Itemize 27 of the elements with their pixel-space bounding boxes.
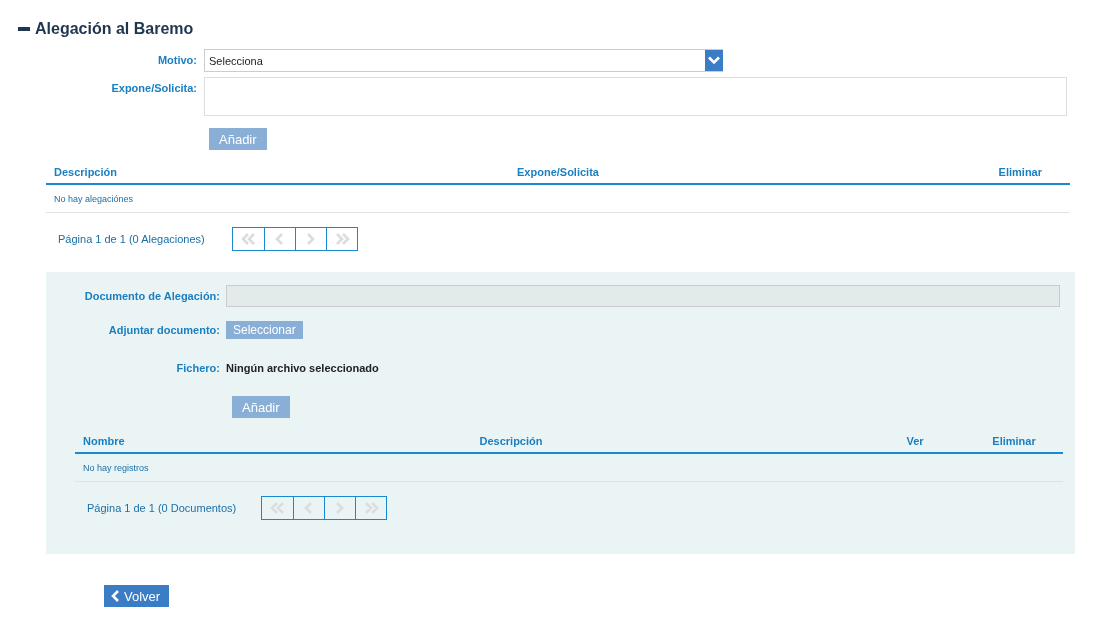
column-header: Expone/Solicita bbox=[516, 166, 600, 178]
column-header: Eliminar bbox=[997, 166, 1043, 178]
chevron-left-icon bbox=[111, 590, 120, 602]
column-header: Descripción bbox=[53, 166, 118, 178]
empty-message: No hay registros bbox=[83, 463, 149, 473]
expone-field[interactable] bbox=[204, 77, 1067, 116]
section-title: Alegación al Baremo bbox=[35, 20, 194, 38]
column-header: Nombre bbox=[82, 435, 126, 447]
chevron-down-icon bbox=[705, 50, 723, 71]
double-chevron-left-icon bbox=[269, 501, 286, 515]
column-header: Descripción bbox=[478, 435, 544, 447]
pagination-text: Página 1 de 1 (0 Documentos) bbox=[87, 502, 238, 514]
double-chevron-right-icon bbox=[362, 501, 380, 515]
column-header: Ver bbox=[905, 435, 925, 447]
adjuntar-label: Adjuntar documento: bbox=[107, 324, 220, 336]
double-chevron-right-icon bbox=[333, 232, 351, 246]
expone-label: Expone/Solicita: bbox=[110, 81, 197, 94]
column-header: Eliminar bbox=[991, 435, 1037, 447]
fichero-label: Fichero: bbox=[175, 362, 220, 374]
motivo-label: Motivo: bbox=[156, 53, 197, 66]
motivo-dropdown[interactable]: Selecciona bbox=[204, 49, 723, 72]
file-name-text: Ningún archivo seleccionado bbox=[226, 362, 380, 374]
empty-message: No hay alegaciónes bbox=[54, 194, 134, 204]
documento-label: Documento de Alegación: bbox=[83, 290, 220, 302]
back-button[interactable]: Volver bbox=[104, 585, 170, 607]
double-chevron-left-icon bbox=[240, 232, 257, 246]
pagination-text: Página 1 de 1 (0 Alegaciones) bbox=[58, 233, 206, 245]
